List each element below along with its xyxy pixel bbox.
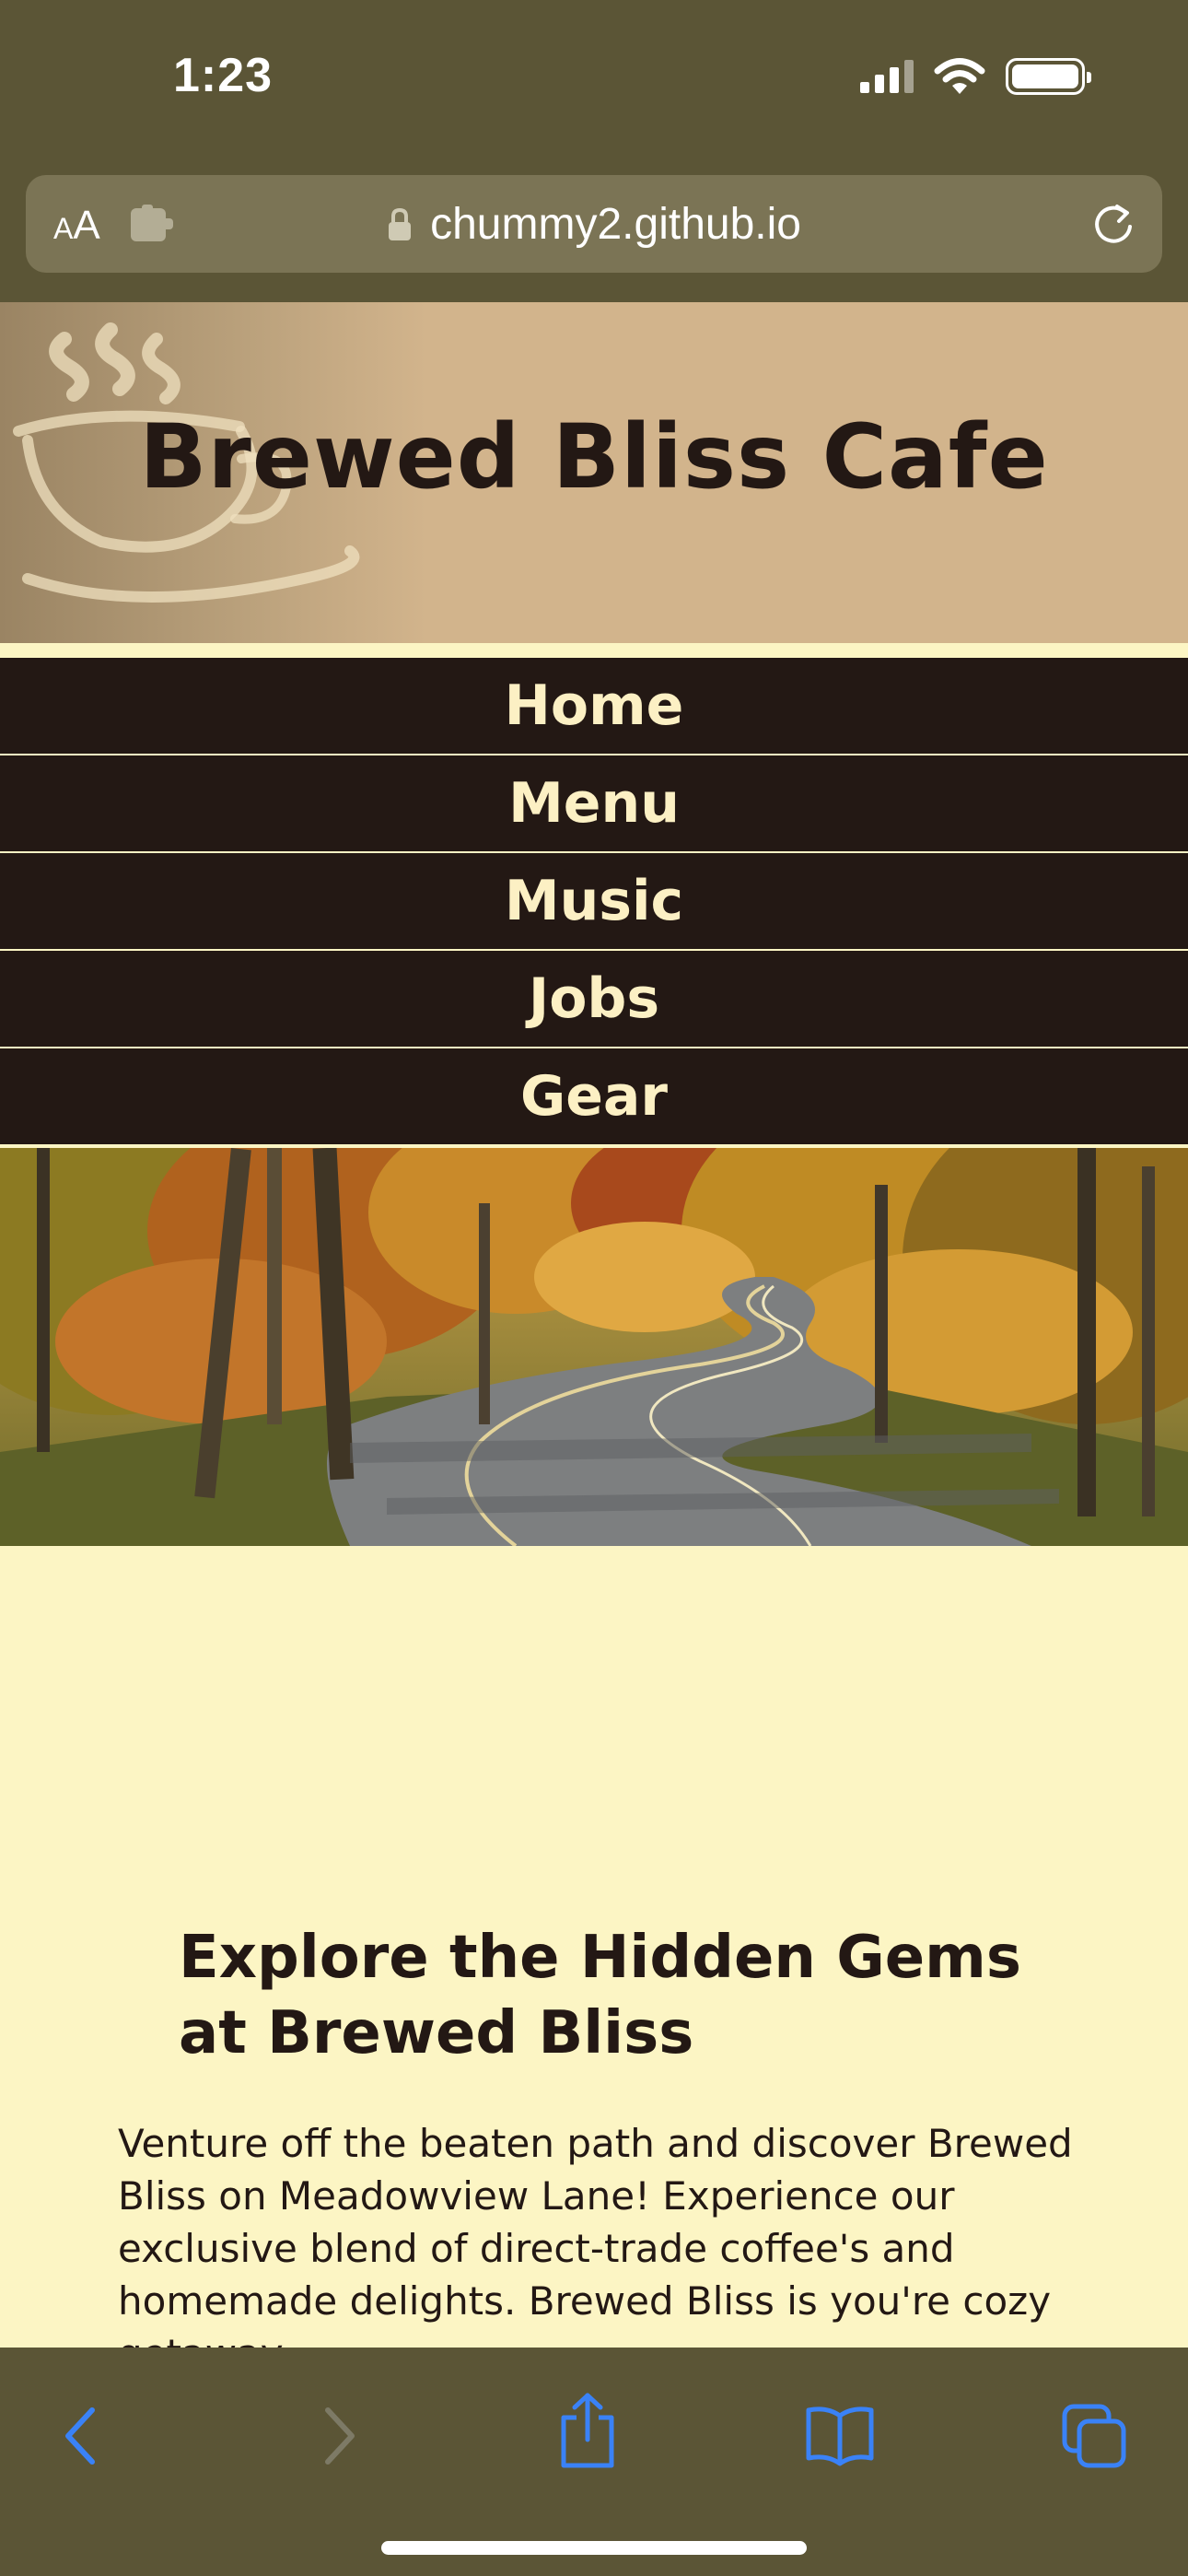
site-title: Brewed Bliss Cafe (139, 405, 1049, 509)
nav-link-menu[interactable]: Menu (0, 755, 1188, 851)
url-text[interactable]: chummy2.github.io (430, 199, 801, 250)
web-content[interactable]: Brewed Bliss Cafe Home Menu Music Jobs G… (0, 302, 1188, 2348)
status-time: 1:23 (173, 49, 274, 102)
home-indicator (381, 2541, 807, 2555)
share-icon[interactable] (556, 2392, 619, 2469)
status-icons (860, 57, 1091, 96)
signal-icon (860, 60, 914, 93)
forward-icon[interactable] (315, 2403, 363, 2469)
site-nav: Home Menu Music Jobs Gear (0, 656, 1188, 1146)
status-bar: 1:23 (0, 0, 1188, 166)
nav-link-jobs[interactable]: Jobs (0, 951, 1188, 1047)
site-header: Brewed Bliss Cafe (0, 302, 1188, 643)
wifi-icon (934, 58, 985, 94)
tabs-icon[interactable] (1061, 2403, 1127, 2469)
nav-link-music[interactable]: Music (0, 853, 1188, 949)
lock-icon (389, 207, 412, 240)
battery-icon (1006, 58, 1091, 95)
reload-icon[interactable] (1089, 199, 1138, 249)
main-paragraph: Venture off the beaten path and discover… (118, 2121, 1073, 2348)
nav-link-home[interactable]: Home (0, 658, 1188, 754)
address-bar[interactable]: AA chummy2.github.io (26, 175, 1162, 273)
nav-link-gear[interactable]: Gear (0, 1048, 1188, 1144)
bookmarks-icon[interactable] (805, 2403, 875, 2467)
back-icon[interactable] (57, 2403, 105, 2469)
main-heading: Explore the Hidden Gems at Brewed Bliss (179, 1924, 1021, 2067)
hero-image (0, 1148, 1188, 1546)
